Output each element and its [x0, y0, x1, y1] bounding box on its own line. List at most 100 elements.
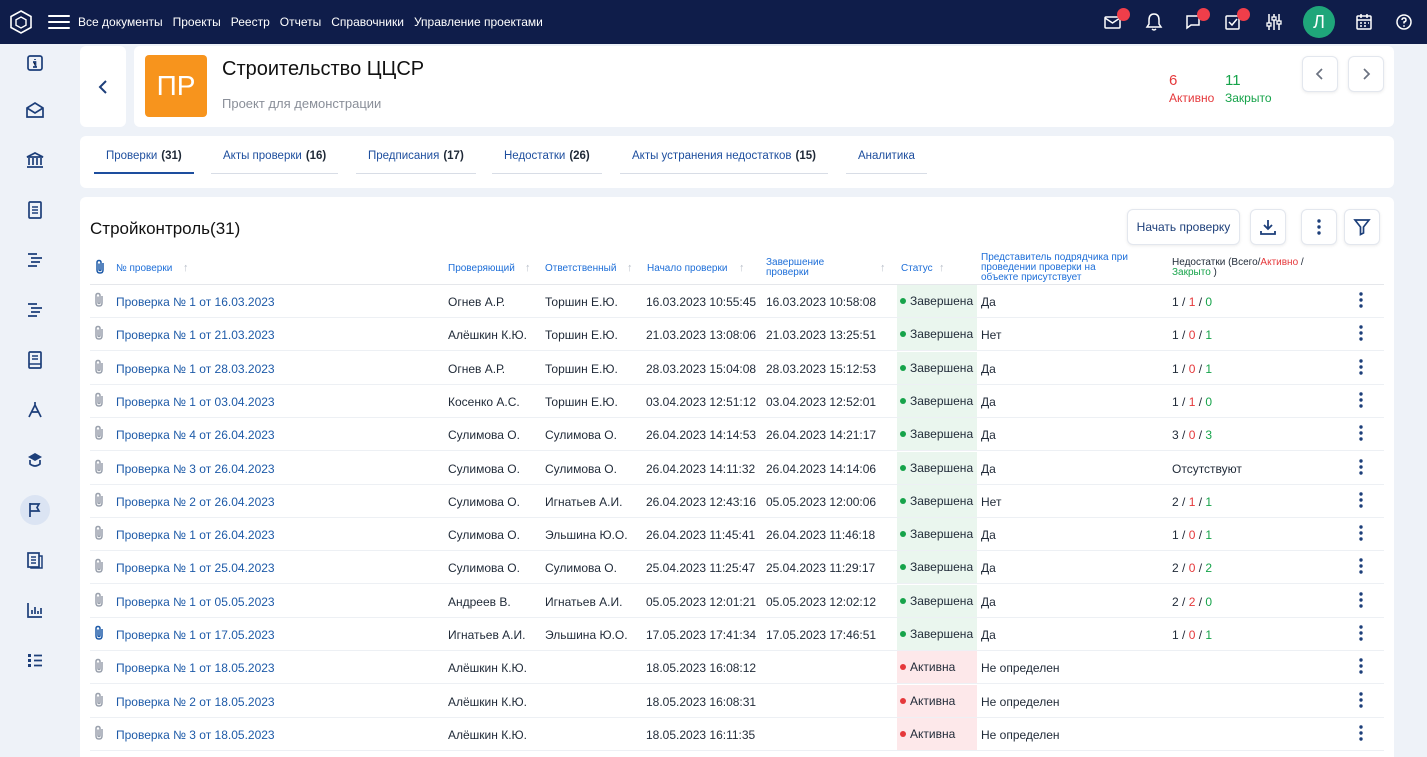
paperclip-icon[interactable] [94, 259, 106, 275]
nav-registry[interactable]: Реестр [231, 15, 270, 29]
more-actions-button[interactable] [1301, 209, 1337, 245]
paperclip-icon[interactable] [93, 558, 105, 577]
table-row[interactable]: Проверка № 1 от 25.04.2023 Сулимова О. Сул… [90, 551, 1384, 585]
back-button[interactable] [80, 46, 126, 127]
tab-inspections[interactable]: Проверки (31) [94, 150, 194, 174]
inspection-link[interactable]: Проверка № 1 от 25.04.2023 [116, 561, 275, 575]
table-row[interactable]: Проверка № 2 от 18.05.2023 Алёшкин К.Ю. 18… [90, 684, 1384, 718]
sidebar-documents-icon[interactable] [22, 547, 48, 573]
menu-icon[interactable] [48, 0, 70, 44]
paperclip-icon[interactable] [93, 692, 105, 711]
inspection-link[interactable]: Проверка № 2 от 26.04.2023 [116, 495, 275, 509]
nav-project-management[interactable]: Управление проектами [414, 15, 543, 29]
row-menu-button[interactable] [1358, 591, 1364, 612]
sidebar-document-icon[interactable] [22, 197, 48, 223]
inspection-link[interactable]: Проверка № 3 от 18.05.2023 [116, 728, 275, 742]
table-row[interactable]: Проверка № 3 от 18.05.2023 Алёшкин К.Ю. 18… [90, 717, 1384, 751]
chat-icon[interactable] [1183, 8, 1210, 33]
download-button[interactable] [1250, 209, 1286, 245]
header-end[interactable]: Завершение проверки [766, 258, 824, 278]
tab-analytics[interactable]: Аналитика [846, 150, 927, 174]
sort-arrow-icon[interactable]: ↑ [739, 262, 745, 274]
table-row[interactable]: Проверка № 1 от 17.05.2023 Игнатьев А.И. Э… [90, 618, 1384, 651]
tab-defect-acts[interactable]: Акты устранения недостатков (15) [620, 150, 828, 174]
paperclip-icon[interactable] [93, 658, 105, 677]
table-row[interactable]: Проверка № 1 от 16.03.2023 Огнев А.Р. Торш… [90, 285, 1384, 318]
inspection-link[interactable]: Проверка № 1 от 16.03.2023 [116, 295, 275, 309]
inspection-link[interactable]: Проверка № 1 от 03.04.2023 [116, 395, 275, 409]
row-menu-button[interactable] [1358, 724, 1364, 745]
mail-notifications-icon[interactable] [1103, 8, 1130, 33]
inspection-link[interactable]: Проверка № 4 от 26.04.2023 [116, 428, 275, 442]
paperclip-icon[interactable] [93, 359, 105, 378]
row-menu-button[interactable] [1358, 458, 1364, 479]
sidebar-info-icon[interactable] [22, 50, 48, 76]
table-row[interactable]: Проверка № 4 от 26.04.2023 Сулимова О. Сул… [90, 418, 1384, 452]
inspection-link[interactable]: Проверка № 1 от 21.03.2023 [116, 328, 275, 342]
row-menu-button[interactable] [1358, 324, 1364, 345]
sort-arrow-icon[interactable]: ↑ [880, 262, 886, 274]
settings-sliders-icon[interactable] [1263, 11, 1285, 33]
sidebar-chart-icon[interactable] [22, 597, 48, 623]
paperclip-icon[interactable] [93, 525, 105, 544]
paperclip-icon[interactable] [93, 592, 105, 611]
sidebar-layers-icon[interactable] [22, 447, 48, 473]
sort-arrow-icon[interactable]: ↑ [183, 262, 189, 274]
start-inspection-button[interactable]: Начать проверку [1127, 209, 1240, 245]
paperclip-icon[interactable] [93, 392, 105, 411]
table-row[interactable]: Проверка № 1 от 26.04.2023 Сулимова О. Эль… [90, 518, 1384, 552]
sidebar-notebook-icon[interactable] [22, 347, 48, 373]
row-menu-button[interactable] [1358, 524, 1364, 545]
sidebar-institution-icon[interactable] [22, 147, 48, 173]
inspection-link[interactable]: Проверка № 1 от 26.04.2023 [116, 528, 275, 542]
inspection-link[interactable]: Проверка № 1 от 17.05.2023 [116, 628, 275, 642]
nav-projects[interactable]: Проекты [173, 15, 221, 29]
bell-icon[interactable] [1143, 11, 1165, 33]
row-menu-button[interactable] [1358, 657, 1364, 678]
nav-all-documents[interactable]: Все документы [78, 15, 163, 29]
tab-inspection-acts[interactable]: Акты проверки (16) [211, 150, 339, 174]
paperclip-icon[interactable] [93, 492, 105, 511]
sidebar-dashboard-icon[interactable] [22, 647, 48, 673]
nav-reports[interactable]: Отчеты [280, 15, 321, 29]
sort-arrow-icon[interactable]: ↑ [939, 262, 945, 274]
row-menu-button[interactable] [1358, 291, 1364, 312]
header-responsible[interactable]: Ответственный [545, 264, 616, 274]
header-number[interactable]: № проверки [116, 264, 172, 274]
header-status[interactable]: Статус [901, 264, 933, 274]
paperclip-icon[interactable] [93, 425, 105, 444]
row-menu-button[interactable] [1358, 391, 1364, 412]
table-row[interactable]: Проверка № 1 от 28.03.2023 Огнев А.Р. Торш… [90, 351, 1384, 385]
table-row[interactable]: Проверка № 1 от 05.05.2023 Андреев В. Игна… [90, 584, 1384, 618]
sort-arrow-icon[interactable]: ↑ [627, 262, 633, 274]
paperclip-icon[interactable] [93, 325, 105, 344]
sidebar-mail-icon[interactable] [22, 97, 48, 123]
inspection-link[interactable]: Проверка № 3 от 26.04.2023 [116, 462, 275, 476]
inspection-link[interactable]: Проверка № 1 от 28.03.2023 [116, 362, 275, 376]
inspection-link[interactable]: Проверка № 1 от 05.05.2023 [116, 595, 275, 609]
table-row[interactable]: Проверка № 3 от 26.04.2023 Сулимова О. Сул… [90, 451, 1384, 485]
row-menu-button[interactable] [1358, 358, 1364, 379]
inspection-link[interactable]: Проверка № 1 от 18.05.2023 [116, 661, 275, 675]
row-menu-button[interactable] [1358, 557, 1364, 578]
paperclip-icon[interactable] [93, 625, 105, 644]
closed-stat[interactable]: 11 Закрыто [1225, 72, 1272, 105]
tab-defects[interactable]: Недостатки (26) [492, 150, 602, 174]
table-row[interactable]: Проверка № 2 от 26.04.2023 Сулимова О. Игн… [90, 484, 1384, 518]
prev-project-button[interactable] [1302, 56, 1338, 92]
user-avatar[interactable]: Л [1303, 6, 1335, 38]
active-stat[interactable]: 6 Активно [1169, 72, 1214, 105]
header-start[interactable]: Начало проверки [647, 264, 727, 274]
calendar-icon[interactable] [1353, 11, 1375, 33]
sort-arrow-icon[interactable]: ↑ [525, 262, 531, 274]
filter-button[interactable] [1344, 209, 1380, 245]
nav-directories[interactable]: Справочники [331, 15, 404, 29]
row-menu-button[interactable] [1358, 424, 1364, 445]
row-menu-button[interactable] [1358, 624, 1364, 645]
table-row[interactable]: Проверка № 1 от 21.03.2023 Алёшкин К.Ю. То… [90, 318, 1384, 352]
paperclip-icon[interactable] [93, 459, 105, 478]
paperclip-icon[interactable] [93, 292, 105, 311]
sidebar-list-alt-icon[interactable] [22, 297, 48, 323]
tab-prescriptions[interactable]: Предписания (17) [356, 150, 476, 174]
table-row[interactable]: Проверка № 1 от 03.04.2023 Косенко А.С. То… [90, 384, 1384, 418]
